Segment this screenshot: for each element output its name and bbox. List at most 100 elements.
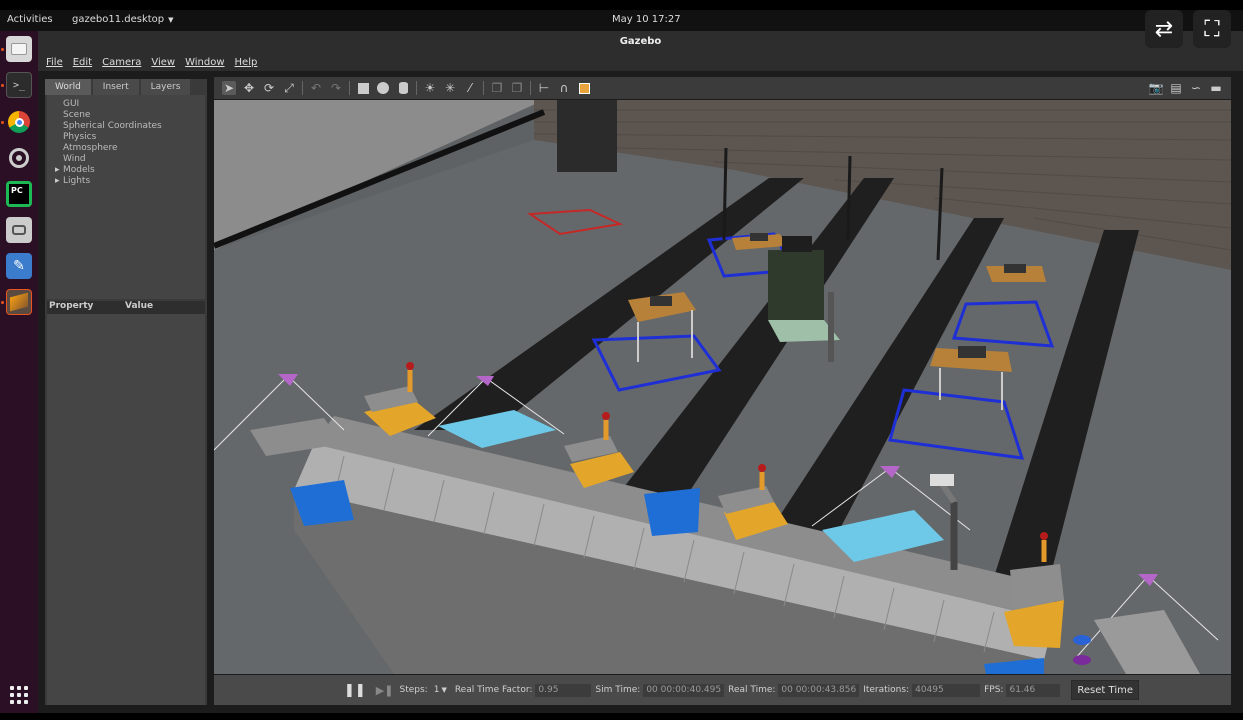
swap-arrows-icon[interactable]: ⇄ [1145, 10, 1183, 48]
tree-item-wind[interactable]: Wind [63, 154, 205, 165]
pycharm-icon[interactable]: PC [6, 181, 32, 207]
value-column-header[interactable]: Value [125, 301, 153, 314]
property-column-header[interactable]: Property [47, 301, 125, 314]
record-icon[interactable]: ▬ [1209, 81, 1223, 95]
toolbar-divider [302, 81, 303, 95]
pause-icon[interactable]: ❚❚ [344, 683, 366, 698]
system-top-bar: Activities gazebo11.desktop ▼ May 10 17:… [0, 10, 1243, 31]
scene-toolbar: ➤ ✥ ⟳ ⤢ ↶ ↷ ☀ ✳ ⁄ ❐ ❐ ⊢ ∩ 📷 ▤ ∽ ▬ [214, 77, 1231, 99]
menu-edit[interactable]: Edit [73, 57, 92, 68]
sphere-icon[interactable] [376, 81, 390, 95]
fullscreen-icon[interactable]: ⛶ [1193, 10, 1231, 48]
settings-icon[interactable] [6, 145, 32, 171]
table-3 [986, 264, 1046, 282]
overlay-controls: ⇄ ⛶ [1145, 10, 1231, 48]
plot-icon[interactable]: ∽ [1189, 81, 1203, 95]
fps-label: FPS: [984, 685, 1004, 695]
property-table-header: Property Value [47, 301, 205, 314]
reset-time-button[interactable]: Reset Time [1071, 680, 1139, 700]
undo-icon[interactable]: ↶ [309, 81, 323, 95]
redo-icon[interactable]: ↷ [329, 81, 343, 95]
tab-insert[interactable]: Insert [92, 79, 139, 95]
tree-item-scene[interactable]: Scene [63, 110, 205, 121]
iterations-field: 40495 [912, 683, 981, 697]
show-applications-icon[interactable] [10, 686, 28, 704]
tree-item-models[interactable]: Models [63, 165, 205, 176]
time-panel: ❚❚ ▶❚ Steps: 1 ▼ Real Time Factor: 0.95 … [214, 675, 1231, 705]
window-title: Gazebo [38, 31, 1243, 53]
spot-light-icon[interactable]: ✳ [443, 81, 457, 95]
menu-file[interactable]: File [46, 57, 63, 68]
toolbar-divider [530, 81, 531, 95]
view-angle-icon[interactable] [577, 81, 591, 95]
scale-icon[interactable]: ⤢ [282, 81, 296, 95]
menu-help[interactable]: Help [235, 57, 258, 68]
paste-icon[interactable]: ❐ [510, 81, 524, 95]
tree-item-lights[interactable]: Lights [63, 176, 205, 187]
blue-bin-2 [644, 488, 700, 536]
screenshot-app-icon[interactable] [6, 217, 32, 243]
tree-item-gui[interactable]: GUI [63, 99, 205, 110]
toolbar-divider [416, 81, 417, 95]
cylinder-icon[interactable] [396, 81, 410, 95]
left-panel: World Insert Layers GUI Scene Spherical … [45, 79, 207, 705]
steps-value[interactable]: 1 [434, 685, 440, 695]
steps-label: Steps: [399, 685, 428, 695]
files-icon[interactable] [6, 36, 32, 62]
running-indicator [1, 121, 4, 124]
tab-world[interactable]: World [45, 79, 91, 95]
menu-window[interactable]: Window [185, 57, 224, 68]
rotate-icon[interactable]: ⟳ [262, 81, 276, 95]
gazebo-window: Gazebo File Edit Camera View Window Help… [38, 31, 1243, 713]
scene-render [214, 100, 1231, 674]
real-time-factor-field: 0.95 [535, 683, 592, 697]
gazebo-icon[interactable] [6, 289, 32, 315]
toolbar-divider [349, 81, 350, 95]
iterations-label: Iterations: [863, 685, 910, 695]
activities-button[interactable]: Activities [7, 14, 53, 25]
dock: >_ PC ✎ [0, 31, 38, 713]
box-icon[interactable] [356, 81, 370, 95]
world-tree: GUI Scene Spherical Coordinates Physics … [47, 95, 205, 299]
point-light-icon[interactable]: ☀ [423, 81, 437, 95]
clock[interactable]: May 10 17:27 [612, 14, 681, 25]
app-menu-label: gazebo11.desktop [72, 14, 165, 25]
log-icon[interactable]: ▤ [1169, 81, 1183, 95]
app-menu[interactable]: gazebo11.desktop ▼ [72, 14, 174, 25]
toolbar-right-group: 📷 ▤ ∽ ▬ [1149, 81, 1223, 95]
menu-view[interactable]: View [151, 57, 175, 68]
tree-item-atmosphere[interactable]: Atmosphere [63, 143, 205, 154]
tree-item-spherical-coordinates[interactable]: Spherical Coordinates [63, 121, 205, 132]
real-time-label: Real Time: [728, 685, 776, 695]
doorway [557, 100, 617, 172]
real-time-field: 00 00:00:43.856 [778, 683, 860, 697]
terminal-icon[interactable]: >_ [6, 72, 32, 98]
select-arrow-icon[interactable]: ➤ [222, 81, 236, 95]
running-indicator [1, 48, 4, 51]
running-indicator [1, 84, 4, 87]
step-icon[interactable]: ▶❚ [376, 684, 394, 697]
property-table [47, 314, 205, 705]
running-indicator [1, 301, 4, 304]
tree-item-physics[interactable]: Physics [63, 132, 205, 143]
menu-camera[interactable]: Camera [102, 57, 141, 68]
fps-field: 61.46 [1006, 683, 1061, 697]
blue-part [1073, 635, 1091, 645]
chrome-icon[interactable] [6, 109, 32, 135]
purple-part [1073, 655, 1091, 665]
text-editor-icon[interactable]: ✎ [6, 253, 32, 279]
directional-light-icon[interactable]: ⁄ [463, 81, 477, 95]
steps-chevron-icon[interactable]: ▼ [441, 686, 446, 694]
sim-time-field: 00 00:00:40.495 [643, 683, 725, 697]
real-time-factor-label: Real Time Factor: [454, 685, 533, 695]
toolbar-divider [483, 81, 484, 95]
scene-viewport[interactable] [214, 100, 1231, 674]
align-icon[interactable]: ⊢ [537, 81, 551, 95]
chevron-down-icon: ▼ [168, 15, 174, 24]
copy-icon[interactable]: ❐ [490, 81, 504, 95]
sim-time-label: Sim Time: [595, 685, 641, 695]
screenshot-icon[interactable]: 📷 [1149, 81, 1164, 95]
translate-icon[interactable]: ✥ [242, 81, 256, 95]
snap-icon[interactable]: ∩ [557, 81, 571, 95]
tab-layers[interactable]: Layers [140, 79, 191, 95]
